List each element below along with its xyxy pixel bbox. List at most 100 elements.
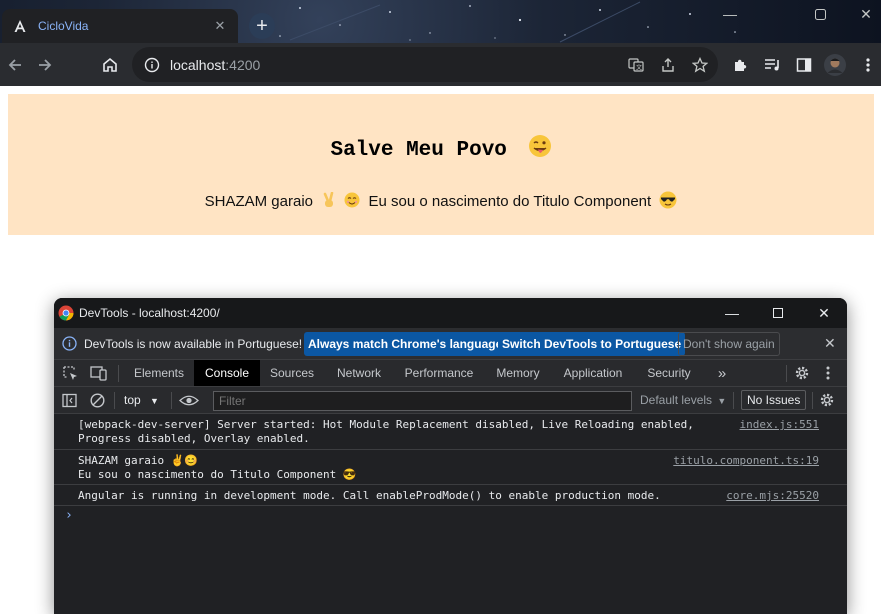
media-controls-button[interactable] [760, 52, 786, 78]
page-subtitle: SHAZAM garaio Eu sou o nascimento do Tit… [8, 191, 874, 213]
tab-title: CicloVida [38, 19, 89, 33]
close-window-button[interactable]: ✕ [843, 0, 881, 28]
chrome-menu-button[interactable] [855, 52, 881, 78]
subtitle-text-1: SHAZAM garaio [204, 192, 313, 210]
svg-text:文: 文 [636, 64, 642, 72]
devtools-minimize-button[interactable]: — [709, 298, 755, 328]
infobar-message: DevTools is now available in Portuguese! [84, 337, 303, 351]
console-message: SHAZAM garaio ✌️😊 Eu sou o nascimento do… [54, 450, 847, 485]
settings-gear-icon[interactable] [794, 365, 810, 381]
home-icon [103, 57, 117, 72]
browser-toolbar: localhost:4200 文 [0, 43, 881, 86]
message-line: Angular is running in development mode. … [78, 489, 661, 502]
share-icon[interactable] [659, 56, 677, 74]
devtools-maximize-button[interactable] [755, 298, 801, 328]
browser-tab-strip: CicloVida ✕ + — ✕ [0, 0, 881, 43]
devtools-close-button[interactable]: ✕ [801, 298, 847, 328]
profile-avatar[interactable] [822, 52, 848, 78]
toolbar-divider [786, 365, 787, 382]
forward-button[interactable] [32, 52, 58, 78]
message-line: [webpack-dev-server] Server started: Hot… [78, 418, 694, 431]
console-prompt[interactable]: › [65, 508, 73, 523]
heading-emoji [528, 134, 552, 165]
message-source-link[interactable]: core.mjs:25520 [726, 489, 819, 503]
console-toolbar: top ▼ Default levels ▼ No Issues [54, 387, 847, 414]
tab-network[interactable]: Network [324, 360, 394, 386]
console-messages: [webpack-dev-server] Server started: Hot… [54, 414, 847, 506]
context-selector[interactable]: top ▼ [124, 393, 159, 407]
log-levels-dropdown[interactable]: Default levels ▼ [640, 393, 726, 407]
home-button[interactable] [97, 52, 123, 78]
victory-hand-emoji-icon [321, 191, 337, 212]
site-info-icon[interactable] [144, 57, 160, 73]
heading-text: Salve Meu Povo [330, 139, 507, 163]
page-heading: Salve Meu Povo [8, 134, 874, 165]
smiling-face-emoji-icon [344, 192, 360, 212]
side-panel-button[interactable] [791, 52, 817, 78]
more-tabs-icon[interactable]: » [709, 360, 735, 386]
screen: CicloVida ✕ + — ✕ localhost:4200 文 Salv… [0, 0, 881, 614]
minimize-button[interactable]: — [707, 0, 753, 28]
context-value: top [124, 393, 141, 407]
back-button[interactable] [2, 52, 28, 78]
message-source-link[interactable]: titulo.component.ts:19 [673, 454, 819, 468]
title-component: Salve Meu Povo SHAZAM garaio Eu sou o na… [8, 94, 874, 235]
issues-button[interactable]: No Issues [741, 390, 807, 410]
toolbar-divider [171, 392, 172, 409]
tab-console[interactable]: Console [194, 360, 260, 386]
tab-close-icon[interactable]: ✕ [212, 18, 228, 34]
tab-sources[interactable]: Sources [260, 360, 324, 386]
toolbar-divider [733, 392, 734, 409]
more-vert-icon [866, 58, 870, 72]
toolbar-divider [114, 392, 115, 409]
devtools-panel-tabs: Elements Console Sources Network Perform… [54, 360, 847, 387]
maximize-icon [773, 308, 783, 318]
extensions-button[interactable] [727, 52, 753, 78]
toolbar-divider [812, 392, 813, 409]
chrome-logo-icon [58, 305, 74, 321]
subtitle-text-2: Eu sou o nascimento do Titulo Component [368, 192, 652, 210]
sidebar-toggle-icon[interactable] [62, 393, 77, 408]
console-filter-input[interactable] [213, 391, 632, 411]
new-tab-button[interactable]: + [249, 13, 275, 39]
tab-application[interactable]: Application [552, 360, 634, 386]
console-settings-gear-icon[interactable] [819, 392, 835, 408]
active-tab[interactable]: CicloVida ✕ [2, 9, 238, 43]
url-host: localhost [170, 56, 226, 73]
dropdown-arrow-icon: ▼ [717, 396, 727, 406]
device-toolbar-icon[interactable] [90, 365, 107, 381]
tab-security[interactable]: Security [634, 360, 704, 386]
winking-tongue-emoji-icon [528, 135, 551, 157]
address-bar[interactable]: localhost:4200 文 [132, 47, 718, 82]
devtools-window: DevTools - localhost:4200/ — ✕ DevTools … [54, 298, 847, 614]
dont-show-again-button[interactable]: Don't show again [678, 332, 780, 356]
bookmark-star-icon[interactable] [691, 56, 709, 74]
live-expression-eye-icon[interactable] [179, 394, 199, 407]
side-panel-icon [796, 58, 812, 72]
message-line: Progress disabled, Overlay enabled. [78, 432, 310, 445]
console-message: Angular is running in development mode. … [54, 485, 847, 506]
tab-elements[interactable]: Elements [124, 360, 194, 386]
always-match-language-button[interactable]: Always match Chrome's language [304, 332, 507, 356]
sunglasses-emoji-icon [659, 191, 677, 213]
translate-icon[interactable]: 文 [627, 56, 645, 74]
restore-icon [814, 8, 826, 20]
log-levels-label: Default levels [640, 393, 713, 407]
dropdown-arrow-icon: ▼ [150, 396, 159, 406]
message-source-link[interactable]: index.js:551 [740, 418, 819, 432]
tab-memory[interactable]: Memory [484, 360, 552, 386]
console-message: [webpack-dev-server] Server started: Hot… [54, 414, 847, 450]
message-line: Eu sou o nascimento do Titulo Component … [78, 468, 357, 481]
devtools-window-title: DevTools - localhost:4200/ [79, 306, 220, 320]
inspect-element-icon[interactable] [62, 365, 78, 381]
tab-performance[interactable]: Performance [394, 360, 484, 386]
devtools-menu-icon[interactable] [825, 365, 831, 381]
queue-music-icon [765, 59, 779, 71]
devtools-titlebar: DevTools - localhost:4200/ — ✕ [54, 298, 847, 328]
clear-console-icon[interactable] [90, 393, 105, 408]
forward-arrow-icon [39, 59, 52, 71]
infobar-close-icon[interactable]: ✕ [824, 335, 836, 352]
info-icon [62, 336, 77, 351]
switch-to-portuguese-button[interactable]: Switch DevTools to Portuguese [498, 332, 686, 356]
restore-button[interactable] [797, 0, 843, 28]
